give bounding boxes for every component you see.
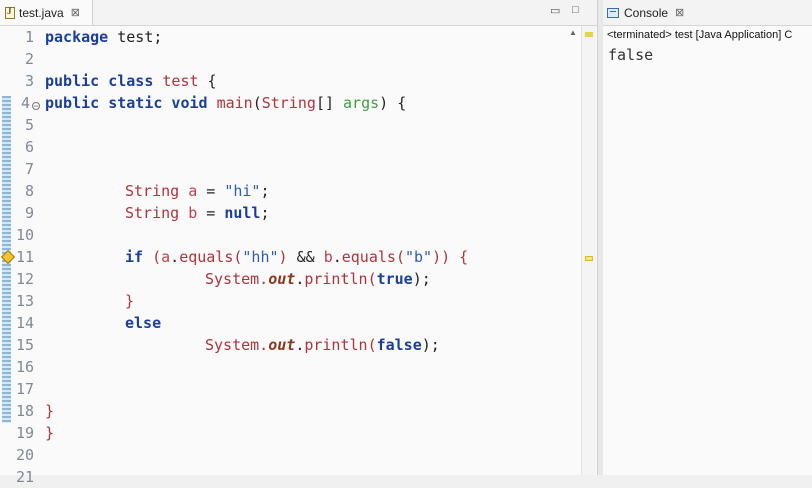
line-number: 19 <box>15 424 34 442</box>
line-number: 20 <box>15 446 34 464</box>
code-line: String a = "hi"; <box>125 182 270 200</box>
line-number: 11 <box>15 248 34 266</box>
code-line: else <box>125 314 162 332</box>
close-icon[interactable]: ⊠ <box>675 6 684 19</box>
console-tab-bar: Console ⊠ <box>603 0 812 26</box>
console-icon <box>607 7 619 18</box>
line-number: 6 <box>24 138 34 156</box>
code-editor[interactable]: 1 2 3 4 5 6 7 8 9 10 11 12 13 14 15 16 1… <box>0 26 597 486</box>
code-line: public class test { <box>45 72 217 90</box>
scroll-up-icon[interactable]: ▲ <box>569 28 577 37</box>
code-line: System.out.println(true); <box>205 270 431 288</box>
console-output[interactable]: false <box>608 45 653 65</box>
maximize-icon[interactable]: □ <box>572 4 579 16</box>
overview-strip <box>581 26 596 475</box>
line-number: 5 <box>24 116 34 134</box>
line-number: 4 <box>20 94 30 112</box>
code-line: } <box>45 402 55 420</box>
line-number: 7 <box>24 160 34 178</box>
line-number: 8 <box>24 182 34 200</box>
minimize-icon[interactable]: ▭ <box>550 4 560 17</box>
java-file-icon <box>5 6 15 19</box>
line-number: 16 <box>15 358 34 376</box>
line-number: 2 <box>24 50 34 68</box>
line-number-gutter: 1 2 3 4 5 6 7 8 9 10 11 12 13 14 15 16 1… <box>0 26 40 486</box>
overview-marker[interactable] <box>585 32 593 37</box>
line-number: 15 <box>15 336 34 354</box>
close-icon[interactable]: ⊠ <box>71 6 80 19</box>
console-pane: Console ⊠ <terminated> test [Java Applic… <box>603 0 812 475</box>
line-number: 3 <box>24 72 34 90</box>
line-number: 13 <box>15 292 34 310</box>
line-number: 17 <box>15 380 34 398</box>
line-number: 1 <box>24 28 34 46</box>
code-line: if (a.equals("hh") && b.equals("b")) { <box>125 248 469 266</box>
console-tab-label: Console <box>624 5 669 20</box>
code-line: String b = null; <box>125 204 270 222</box>
editor-tab-label: test.java <box>19 5 64 20</box>
code-line: package test; <box>45 28 163 46</box>
overview-warning-marker[interactable] <box>585 256 593 261</box>
editor-tab-bar: test.java ⊠ ▭ □ <box>0 0 597 26</box>
console-tab[interactable]: Console ⊠ <box>607 0 684 25</box>
code-line: } <box>125 292 135 310</box>
editor-pane: test.java ⊠ ▭ □ 1 2 3 4 5 6 7 8 9 10 11 … <box>0 0 597 486</box>
line-number: 21 <box>15 468 34 486</box>
overview-ruler[interactable] <box>566 26 596 475</box>
line-number: 9 <box>24 204 34 222</box>
line-number: 12 <box>15 270 34 288</box>
editor-tab-test-java[interactable]: test.java ⊠ <box>0 0 93 25</box>
line-number: 18 <box>15 402 34 420</box>
code-line: public static void main(String[] args) { <box>45 94 407 112</box>
line-number: 10 <box>15 226 34 244</box>
fold-collapse-icon[interactable]: − <box>32 102 40 111</box>
console-status: <terminated> test [Java Application] C <box>607 29 793 41</box>
line-number: 14 <box>15 314 34 332</box>
code-line: } <box>45 424 55 442</box>
code-line: System.out.println(false); <box>205 336 440 354</box>
